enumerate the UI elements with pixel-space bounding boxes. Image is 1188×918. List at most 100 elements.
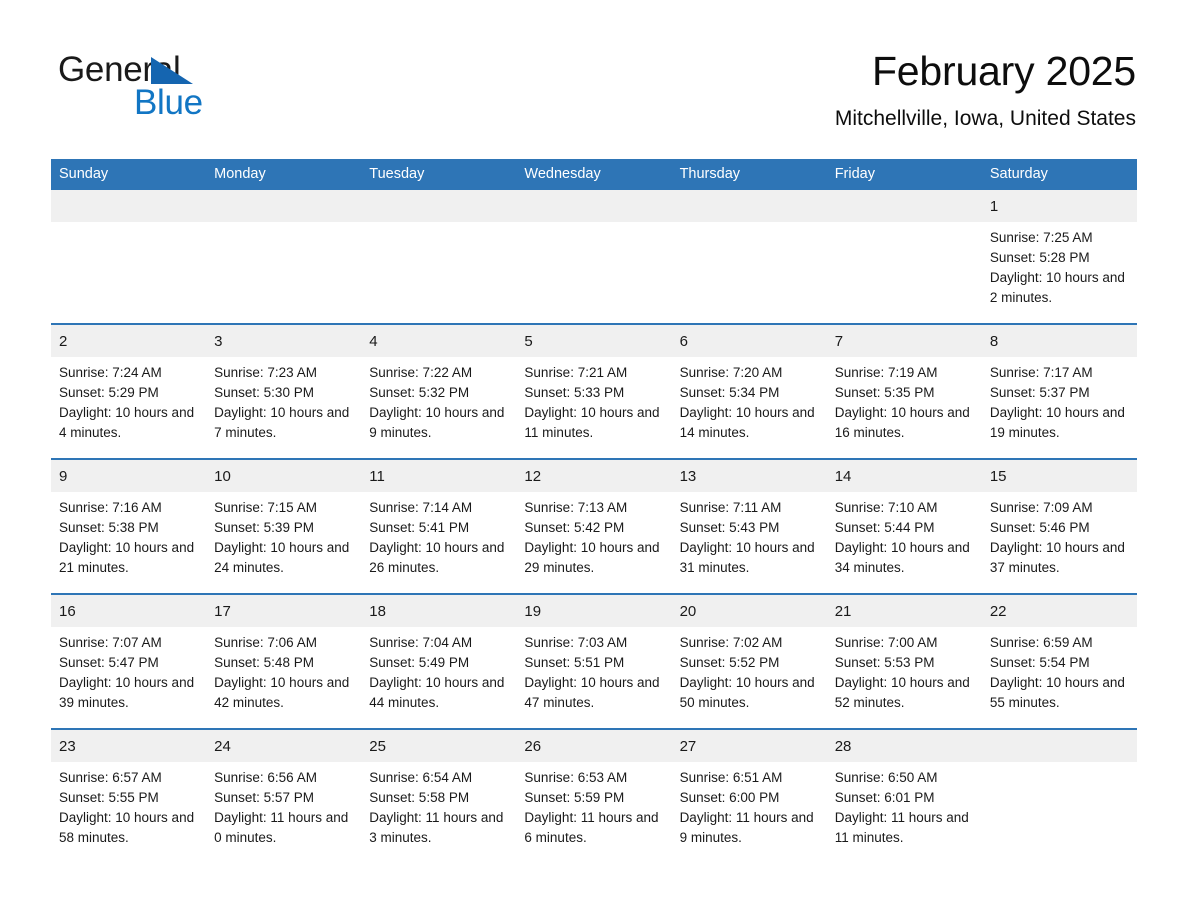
calendar-week-row: 1 Sunrise: 7:25 AM Sunset: 5:28 PM Daylight… [51,190,1137,324]
day-number: 16 [51,595,207,627]
sunrise-text: Sunrise: 6:57 AM [59,770,162,785]
daylight-text: Daylight: 10 hours and 19 minutes. [989,405,1125,440]
calendar-day-cell[interactable]: 19 Sunrise: 7:03 AM Sunset: 5:51 PM Dayligh… [516,593,672,729]
day-cell-inner: 11 Sunrise: 7:14 AM Sunset: 5:41 PM Dayligh… [361,460,517,593]
day-number: 2 [51,325,207,357]
sunset-text: Sunset: 5:29 PM [59,385,159,400]
calendar-day-cell[interactable]: 23 Sunrise: 6:57 AM Sunset: 5:55 PM Dayligh… [51,728,207,863]
sunrise-text: Sunrise: 7:14 AM [369,500,473,515]
calendar-day-cell[interactable]: 13 Sunrise: 7:11 AM Sunset: 5:43 PM Dayligh… [671,458,827,594]
day-number [671,190,827,222]
daylight-text: Daylight: 10 hours and 9 minutes. [369,405,505,440]
day-details: Sunrise: 6:51 AM Sunset: 6:00 PM Daylight:… [672,762,827,848]
calendar-day-cell[interactable]: 5 Sunrise: 7:21 AM Sunset: 5:33 PM Daylight… [516,323,672,459]
day-details: Sunrise: 7:23 AM Sunset: 5:30 PM Daylight:… [206,357,361,443]
sunrise-text: Sunrise: 7:03 AM [524,635,628,650]
day-details: Sunrise: 7:00 AM Sunset: 5:53 PM Daylight:… [827,627,982,713]
day-details: Sunrise: 7:03 AM Sunset: 5:51 PM Daylight:… [516,627,671,713]
calendar-week-row: 9 Sunrise: 7:16 AM Sunset: 5:38 PM Daylight… [51,458,1137,594]
day-details: Sunrise: 7:07 AM Sunset: 5:47 PM Daylight:… [51,627,206,713]
calendar-day-cell[interactable]: 7 Sunrise: 7:19 AM Sunset: 5:35 PM Daylight… [826,323,982,459]
calendar-day-cell[interactable]: 24 Sunrise: 6:56 AM Sunset: 5:57 PM Dayligh… [206,728,362,863]
calendar-day-cell[interactable]: 4 Sunrise: 7:22 AM Sunset: 5:32 PM Daylight… [361,323,517,459]
day-number [826,190,982,222]
day-cell-inner: 14 Sunrise: 7:10 AM Sunset: 5:44 PM Dayligh… [826,460,982,593]
calendar-day-cell[interactable]: 8 Sunrise: 7:17 AM Sunset: 5:37 PM Daylight… [981,323,1137,459]
sunrise-text: Sunrise: 7:25 AM [989,230,1093,245]
day-number [361,190,517,222]
calendar-week-row: 16 Sunrise: 7:07 AM Sunset: 5:47 PM Dayligh… [51,593,1137,729]
sunset-text: Sunset: 5:52 PM [679,655,780,670]
calendar-week-row: 2 Sunrise: 7:24 AM Sunset: 5:29 PM Daylight… [51,323,1137,459]
calendar-day-cell[interactable]: 25 Sunrise: 6:54 AM Sunset: 5:58 PM Dayligh… [361,728,517,863]
calendar-head: Sunday Monday Tuesday Wednesday Thursday… [51,159,1137,190]
calendar-page: General Blue February 2025 Mitchellville… [0,0,1188,918]
calendar-day-cell[interactable]: 2 Sunrise: 7:24 AM Sunset: 5:29 PM Daylight… [51,323,207,459]
day-cell-inner [361,190,517,323]
day-details: Sunrise: 7:10 AM Sunset: 5:44 PM Daylight:… [827,492,982,578]
daylight-text: Daylight: 10 hours and 31 minutes. [679,540,815,575]
calendar-day-cell[interactable]: 16 Sunrise: 7:07 AM Sunset: 5:47 PM Dayligh… [51,593,207,729]
calendar-body: 1 Sunrise: 7:25 AM Sunset: 5:28 PM Daylight… [51,190,1137,863]
calendar-day-cell[interactable]: 28 Sunrise: 6:50 AM Sunset: 6:01 PM Dayligh… [826,728,982,863]
daylight-text: Daylight: 10 hours and 16 minutes. [834,405,970,440]
general-blue-logo[interactable]: General Blue [58,52,358,132]
sunrise-text: Sunrise: 6:54 AM [369,770,473,785]
day-cell-inner: 10 Sunrise: 7:15 AM Sunset: 5:39 PM Dayligh… [206,460,362,593]
weekday-header-friday: Friday [826,159,982,190]
day-cell-inner [671,190,827,323]
calendar-day-cell[interactable]: 10 Sunrise: 7:15 AM Sunset: 5:39 PM Dayligh… [206,458,362,594]
calendar-day-cell[interactable]: 6 Sunrise: 7:20 AM Sunset: 5:34 PM Daylight… [671,323,827,459]
logo-triangle-icon [151,57,193,84]
daylight-text: Daylight: 10 hours and 14 minutes. [679,405,815,440]
calendar-day-cell[interactable]: 1 Sunrise: 7:25 AM Sunset: 5:28 PM Daylight… [981,190,1137,324]
day-details: Sunrise: 7:15 AM Sunset: 5:39 PM Daylight:… [206,492,361,578]
weekday-header-wednesday: Wednesday [516,159,672,190]
calendar-day-cell[interactable]: 3 Sunrise: 7:23 AM Sunset: 5:30 PM Daylight… [206,323,362,459]
logo-text-blue: Blue [134,83,203,122]
sunrise-text: Sunrise: 7:02 AM [679,635,783,650]
calendar-day-cell[interactable]: 22 Sunrise: 6:59 AM Sunset: 5:54 PM Dayligh… [981,593,1137,729]
calendar-day-cell-empty [516,190,672,324]
weekday-header-saturday: Saturday [981,159,1137,190]
calendar-day-cell[interactable]: 15 Sunrise: 7:09 AM Sunset: 5:46 PM Dayligh… [981,458,1137,594]
calendar-day-cell[interactable]: 18 Sunrise: 7:04 AM Sunset: 5:49 PM Dayligh… [361,593,517,729]
day-cell-inner: 16 Sunrise: 7:07 AM Sunset: 5:47 PM Dayligh… [51,595,207,728]
sunrise-text: Sunrise: 7:22 AM [369,365,473,380]
day-number: 4 [361,325,517,357]
calendar-day-cell[interactable]: 14 Sunrise: 7:10 AM Sunset: 5:44 PM Dayligh… [826,458,982,594]
day-cell-inner: 5 Sunrise: 7:21 AM Sunset: 5:33 PM Daylight… [516,325,672,458]
sunrise-text: Sunrise: 6:56 AM [214,770,317,785]
day-cell-inner: 7 Sunrise: 7:19 AM Sunset: 5:35 PM Daylight… [826,325,982,458]
day-number: 10 [206,460,362,492]
sunrise-text: Sunrise: 7:20 AM [679,365,783,380]
sunrise-text: Sunrise: 7:00 AM [834,635,938,650]
day-number: 9 [51,460,207,492]
calendar-day-cell[interactable]: 27 Sunrise: 6:51 AM Sunset: 6:00 PM Dayligh… [671,728,827,863]
day-number: 3 [206,325,362,357]
calendar-day-cell[interactable]: 11 Sunrise: 7:14 AM Sunset: 5:41 PM Dayligh… [361,458,517,594]
day-cell-inner: 17 Sunrise: 7:06 AM Sunset: 5:48 PM Dayligh… [206,595,362,728]
sunrise-text: Sunrise: 7:21 AM [524,365,628,380]
sunset-text: Sunset: 5:33 PM [524,385,625,400]
day-details: Sunrise: 7:04 AM Sunset: 5:49 PM Daylight:… [361,627,516,713]
calendar-day-cell[interactable]: 9 Sunrise: 7:16 AM Sunset: 5:38 PM Daylight… [51,458,207,594]
day-cell-inner: 23 Sunrise: 6:57 AM Sunset: 5:55 PM Dayligh… [51,730,207,863]
day-number: 28 [826,730,982,762]
calendar-day-cell[interactable]: 12 Sunrise: 7:13 AM Sunset: 5:42 PM Dayligh… [516,458,672,594]
calendar-day-cell[interactable]: 26 Sunrise: 6:53 AM Sunset: 5:59 PM Dayligh… [516,728,672,863]
day-number [206,190,362,222]
calendar-day-cell[interactable]: 17 Sunrise: 7:06 AM Sunset: 5:48 PM Dayligh… [206,593,362,729]
calendar-day-cell[interactable]: 20 Sunrise: 7:02 AM Sunset: 5:52 PM Dayligh… [671,593,827,729]
day-details: Sunrise: 7:06 AM Sunset: 5:48 PM Daylight:… [206,627,361,713]
day-details: Sunrise: 7:09 AM Sunset: 5:46 PM Daylight:… [982,492,1137,578]
sunset-text: Sunset: 5:41 PM [369,520,470,535]
calendar-day-cell[interactable]: 21 Sunrise: 7:00 AM Sunset: 5:53 PM Dayligh… [826,593,982,729]
day-number: 11 [361,460,517,492]
day-number: 25 [361,730,517,762]
daylight-text: Daylight: 10 hours and 29 minutes. [524,540,660,575]
sunrise-text: Sunrise: 6:51 AM [679,770,783,785]
weekday-header-tuesday: Tuesday [361,159,517,190]
daylight-text: Daylight: 10 hours and 4 minutes. [59,405,195,440]
calendar-day-cell-empty [51,190,207,324]
